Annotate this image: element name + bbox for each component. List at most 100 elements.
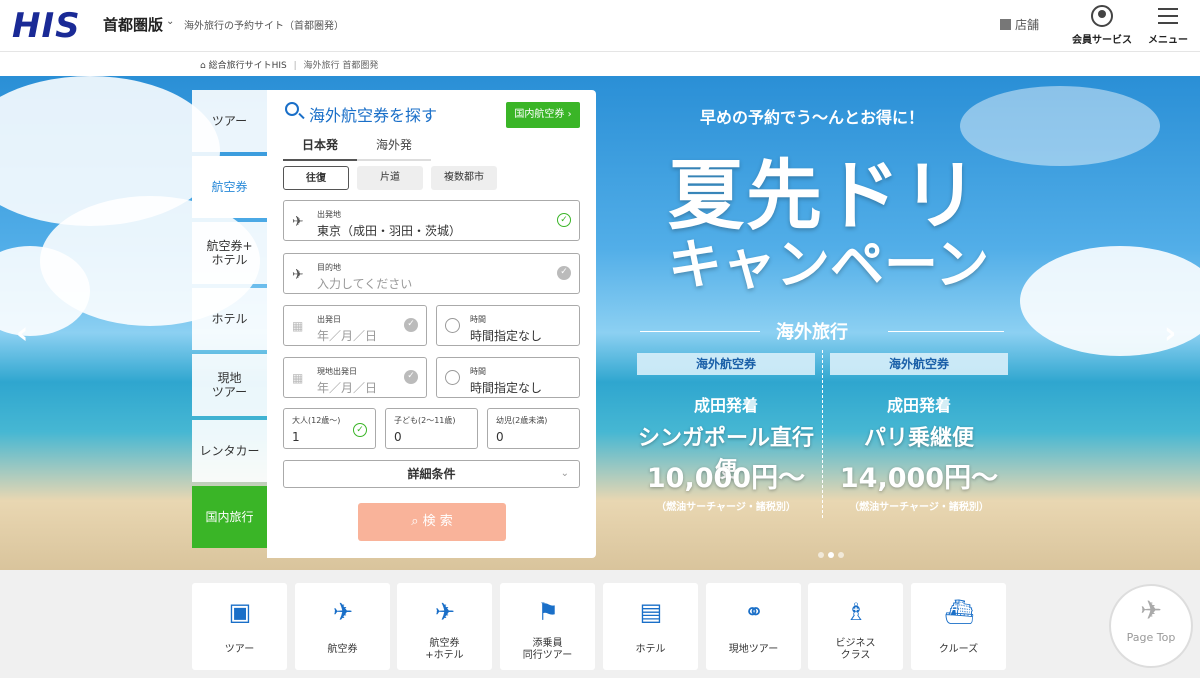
infants-label: 幼児(2歳未満): [496, 416, 548, 425]
local-date-placeholder: 年／月／日: [317, 381, 378, 395]
category-cruise[interactable]: ⛴ クルーズ: [911, 583, 1006, 670]
category-label: ツアー: [224, 644, 255, 655]
slide-dot[interactable]: [818, 552, 824, 558]
hamburger-icon: [1158, 8, 1178, 24]
tab-rental-car[interactable]: レンタカー: [192, 420, 267, 482]
snorkel-icon: ⚭: [743, 598, 765, 626]
adults-label: 大人(12歳〜): [292, 416, 341, 425]
site-header: HIS 首都圏版 ⌄ 海外旅行の予約サイト（首都圏発） 店舗 会員サービス メニ…: [0, 0, 1200, 52]
depart-time-field[interactable]: 時間 時間指定なし: [436, 305, 580, 346]
category-escorted-tour[interactable]: ⚑ 添乗員 同行ツアー: [500, 583, 595, 670]
store-link[interactable]: 店舗: [1000, 16, 1039, 33]
calendar-icon: ▦: [292, 319, 304, 333]
menu-button[interactable]: メニュー: [1145, 5, 1191, 46]
check-icon: ✓: [404, 370, 418, 384]
promo-subtitle: 早めの予約でう〜んとお得に！: [700, 108, 925, 127]
check-icon: ✓: [557, 213, 571, 227]
tab-local-tour[interactable]: 現地 ツアー: [192, 354, 267, 416]
category-label: 航空券: [327, 644, 358, 655]
local-date-field[interactable]: ▦ 現地出発日 年／月／日 ✓: [283, 357, 427, 398]
plane-bed-icon: ✈: [434, 598, 456, 626]
calendar-icon: ▦: [292, 371, 304, 385]
tab-flight-hotel[interactable]: 航空券+ ホテル: [192, 222, 267, 284]
check-icon: ✓: [353, 423, 367, 437]
depart-date-field[interactable]: ▦ 出発日 年／月／日 ✓: [283, 305, 427, 346]
hero-banner[interactable]: ‹ › 早めの予約でう〜んとお得に！ 夏先ドリ キャンペーン 海外旅行 海外航空…: [0, 76, 1200, 570]
flag-suitcase-icon: ⚑: [537, 598, 559, 626]
next-slide-arrow[interactable]: ›: [1164, 316, 1176, 351]
prev-slide-arrow[interactable]: ‹: [16, 316, 28, 351]
detail-conditions-toggle[interactable]: 詳細条件 ⌄: [283, 460, 580, 488]
slide-dot[interactable]: [838, 552, 844, 558]
category-business-class[interactable]: ♗ ビジネス クラス: [808, 583, 903, 670]
deal-destination: パリ乗継便: [863, 426, 974, 451]
check-icon: ✓: [557, 266, 571, 280]
search-icon: [285, 102, 299, 116]
tab-from-overseas[interactable]: 海外発: [357, 136, 431, 161]
slide-indicators: [818, 543, 848, 562]
local-date-label: 現地出発日: [317, 367, 357, 376]
children-field[interactable]: 子ども(2〜11歳) 0: [385, 408, 478, 449]
tab-from-japan[interactable]: 日本発: [283, 136, 357, 161]
store-icon: [1000, 19, 1011, 30]
divider: [888, 331, 1004, 332]
trip-roundtrip[interactable]: 往復: [283, 166, 349, 190]
menu-label: メニュー: [1148, 35, 1188, 46]
depart-time-label: 時間: [470, 315, 486, 324]
origin-field[interactable]: ✈ 出発地 東京（成田・羽田・茨城） ✓: [283, 200, 580, 241]
trip-multicity[interactable]: 複数都市: [431, 166, 497, 190]
deal-divider: [822, 350, 823, 518]
search-button-label: 検 索: [422, 514, 453, 529]
category-label: ビジネス クラス: [835, 638, 876, 661]
adults-field[interactable]: 大人(12歳〜) 1 ✓: [283, 408, 376, 449]
category-tour[interactable]: ▣ ツアー: [192, 583, 287, 670]
infants-field[interactable]: 幼児(2歳未満) 0: [487, 408, 580, 449]
trip-oneway[interactable]: 片道: [357, 166, 423, 190]
adults-value: 1: [292, 430, 300, 444]
business-seat-icon: ♗: [845, 598, 867, 626]
tab-hotel[interactable]: ホテル: [192, 288, 267, 350]
tab-flight[interactable]: 航空券: [192, 156, 267, 218]
deal-badge: 海外航空券: [830, 353, 1008, 375]
store-label: 店舗: [1015, 18, 1040, 32]
region-selector[interactable]: 首都圏版: [103, 14, 163, 35]
destination-field[interactable]: ✈ 目的地 入力してください ✓: [283, 253, 580, 294]
his-logo[interactable]: HIS: [12, 6, 81, 46]
search-button[interactable]: ⌕ 検 索: [358, 503, 506, 541]
category-flight[interactable]: ✈ 航空券: [295, 583, 390, 670]
deal-note: （燃油サーチャージ・諸税別）: [656, 502, 796, 513]
breadcrumb-separator: |: [293, 61, 297, 71]
detail-label: 詳細条件: [407, 467, 456, 481]
promo-overseas-heading: 海外旅行: [776, 322, 848, 343]
divider: [640, 331, 760, 332]
depart-date-label: 出発日: [317, 315, 341, 324]
origin-value: 東京（成田・羽田・茨城）: [317, 224, 462, 238]
category-label: 航空券 +ホテル: [425, 638, 464, 661]
category-hotel[interactable]: ▤ ホテル: [603, 583, 698, 670]
category-local-tour[interactable]: ⚭ 現地ツアー: [706, 583, 801, 670]
depart-date-placeholder: 年／月／日: [317, 329, 378, 343]
member-service-button[interactable]: 会員サービス: [1070, 5, 1134, 46]
slide-dot-active[interactable]: [828, 552, 834, 558]
breadcrumb-home[interactable]: 総合旅行サイトHIS: [209, 61, 287, 71]
promo-title-line2: キャンペーン: [668, 233, 990, 296]
page-top-button[interactable]: ✈ Page Top: [1109, 584, 1193, 668]
breadcrumb: ⌂ 総合旅行サイトHIS | 海外旅行 首都圏発: [200, 58, 378, 71]
category-flight-hotel[interactable]: ✈ 航空券 +ホテル: [397, 583, 492, 670]
category-label: ホテル: [635, 644, 666, 655]
page-top-label: Page Top: [1126, 631, 1176, 644]
tab-domestic[interactable]: 国内旅行: [192, 486, 267, 548]
local-time-field[interactable]: 時間 時間指定なし: [436, 357, 580, 398]
tab-tour[interactable]: ツアー: [192, 90, 267, 152]
airplane-icon: ✈: [1140, 596, 1162, 626]
deal-origin: 成田発着: [693, 396, 758, 415]
home-icon: ⌂: [200, 61, 206, 71]
chevron-down-icon[interactable]: ⌄: [166, 16, 174, 27]
domestic-flight-button[interactable]: 国内航空券 ›: [506, 102, 580, 128]
product-tabs: ツアー 航空券 航空券+ ホテル ホテル 現地 ツアー レンタカー 国内旅行: [192, 90, 267, 552]
destination-label: 目的地: [317, 263, 341, 272]
category-label: 現地ツアー: [728, 644, 779, 655]
cloud: [960, 86, 1160, 166]
flight-search-panel: 海外航空券を探す 国内航空券 › 日本発 海外発 往復 片道 複数都市 ✈ 出発…: [267, 90, 596, 558]
check-icon: ✓: [404, 318, 418, 332]
